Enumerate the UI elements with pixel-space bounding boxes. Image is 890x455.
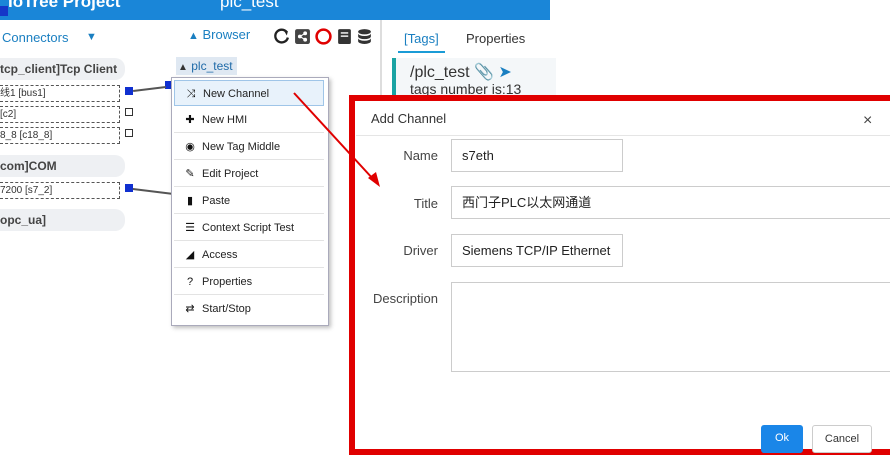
arrow-shaft xyxy=(293,92,375,181)
annotation-arrow xyxy=(293,92,380,187)
